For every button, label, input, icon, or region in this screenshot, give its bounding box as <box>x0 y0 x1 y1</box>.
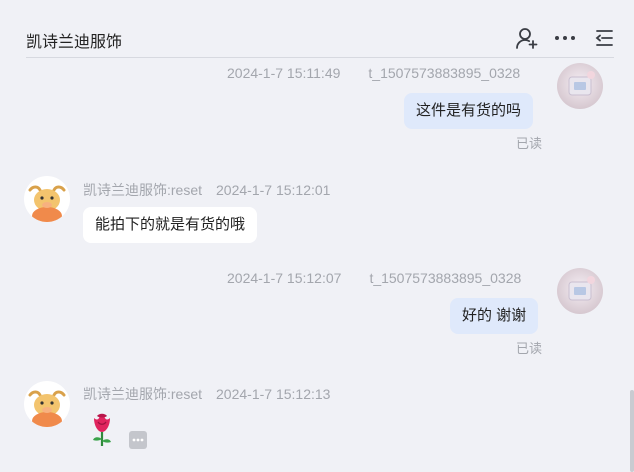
message-time: 2024-1-7 15:12:13 <box>216 386 331 402</box>
message-meta: 凯诗兰迪服饰:reset 2024-1-7 15:12:01 <box>83 180 330 200</box>
message-time: 2024-1-7 15:12:01 <box>216 182 331 198</box>
message-meta: 2024-1-7 15:12:07 t_1507573883895_0328 <box>227 270 521 286</box>
chat-title: 凯诗兰迪服饰 <box>26 34 123 51</box>
customer-avatar[interactable] <box>557 268 603 314</box>
message-sender: t_1507573883895_0328 <box>368 65 521 81</box>
message-sender: 凯诗兰迪服饰:reset <box>83 182 203 198</box>
shop-avatar[interactable] <box>24 176 70 222</box>
message-bubble: 这件是有货的吗 <box>404 93 534 129</box>
more-icon[interactable] <box>553 26 577 50</box>
customer-avatar[interactable] <box>557 63 603 109</box>
scrollbar[interactable] <box>630 390 634 472</box>
message-meta: 凯诗兰迪服饰:reset 2024-1-7 15:12:13 <box>83 384 330 404</box>
message-time: 2024-1-7 15:12:07 <box>227 270 342 286</box>
message-sender: 凯诗兰迪服饰:reset <box>83 386 203 402</box>
message-bubble: 好的 谢谢 <box>450 298 539 334</box>
more-actions-icon[interactable] <box>129 431 147 449</box>
add-user-icon[interactable] <box>514 26 538 50</box>
menu-icon[interactable] <box>592 26 616 50</box>
read-status: 已读 <box>516 136 543 151</box>
chat-header: 凯诗兰迪服饰 <box>0 0 634 58</box>
message-bubble: 能拍下的就是有货的哦 <box>83 207 258 243</box>
shop-avatar[interactable] <box>24 381 70 427</box>
read-status: 已读 <box>516 341 543 356</box>
header-divider <box>26 57 614 58</box>
rose-icon <box>86 410 118 448</box>
message-sender: t_1507573883895_0328 <box>369 270 522 286</box>
message-meta: 2024-1-7 15:11:49 t_1507573883895_0328 <box>227 65 520 81</box>
message-time: 2024-1-7 15:11:49 <box>227 65 341 81</box>
